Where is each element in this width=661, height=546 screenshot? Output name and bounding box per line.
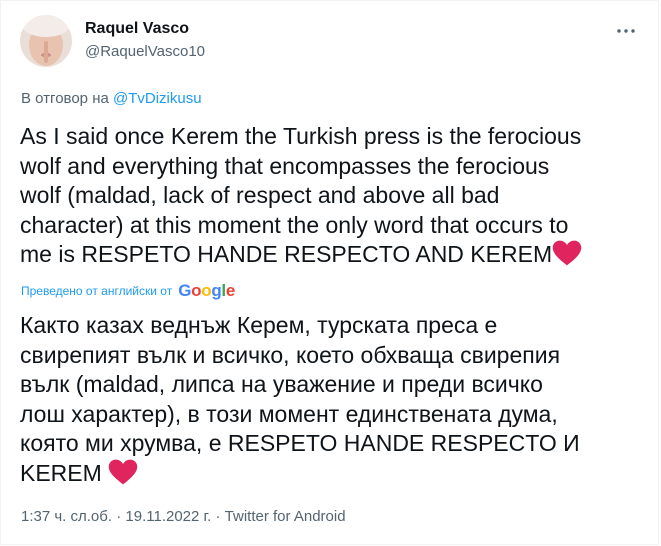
tweet-line: As I said once Kerem the Turkish press i… <box>20 123 582 149</box>
replying-to-prefix: В отговор на <box>21 90 109 107</box>
translated-line: свирепият вълк и всичко, което обхваща с… <box>20 341 561 368</box>
translated-line-text: KEREM <box>20 459 102 486</box>
replying-to: В отговор на @TvDizikusu <box>21 90 202 107</box>
user-handle[interactable]: @RaquelVasco10 <box>85 43 205 60</box>
google-logo: Google <box>178 281 236 300</box>
translation-attribution[interactable]: Преведено от английски от Google <box>21 281 235 301</box>
translation-label: Преведено от английски от <box>21 284 173 298</box>
tweet-date[interactable]: 19.11.2022 г. <box>125 508 211 525</box>
tweet-line: wolf (maldad, lack of respect and above … <box>20 182 500 208</box>
tweet-text-translated: Както казах веднъж Керем, турската преса… <box>20 311 640 492</box>
tweet-time[interactable]: 1:37 ч. сл.об. <box>21 508 112 525</box>
translated-line: Както казах веднъж Керем, турската преса… <box>20 312 498 338</box>
red-heart-icon <box>108 459 138 493</box>
more-dots-icon[interactable] <box>616 21 636 41</box>
tweet-line-text: me is RESPETO HANDE RESPECTO AND KEREM <box>20 241 553 267</box>
tweet-metadata: 1:37 ч. сл.об. · 19.11.2022 г. · Twitter… <box>21 508 346 525</box>
separator: · <box>116 508 122 525</box>
tweet-line: character) at this moment the only word … <box>20 211 569 238</box>
translated-line: която ми хрумва, е RESPETO HANDE RESPECT… <box>20 430 580 456</box>
tweet-line-last: me is RESPETO HANDE RESPECTO AND KEREM <box>20 240 640 274</box>
translated-line: лош характер), в този момент единственат… <box>20 400 558 427</box>
translated-line: вълк (maldad, липса на уважение и преди … <box>20 371 543 397</box>
tweet-line: wolf and everything that encompasses the… <box>20 152 550 179</box>
separator: · <box>215 508 221 525</box>
tweet-card: Raquel Vasco @RaquelVasco10 В отговор на… <box>0 0 659 545</box>
reply-mention-link[interactable]: @TvDizikusu <box>113 90 202 107</box>
avatar[interactable] <box>20 15 72 67</box>
display-name[interactable]: Raquel Vasco <box>85 20 189 38</box>
tweet-text-original: As I said once Kerem the Turkish press i… <box>20 122 640 274</box>
red-heart-icon <box>552 240 582 274</box>
tweet-source: Twitter for Android <box>224 508 346 525</box>
translated-line-last: KEREM <box>20 459 640 493</box>
